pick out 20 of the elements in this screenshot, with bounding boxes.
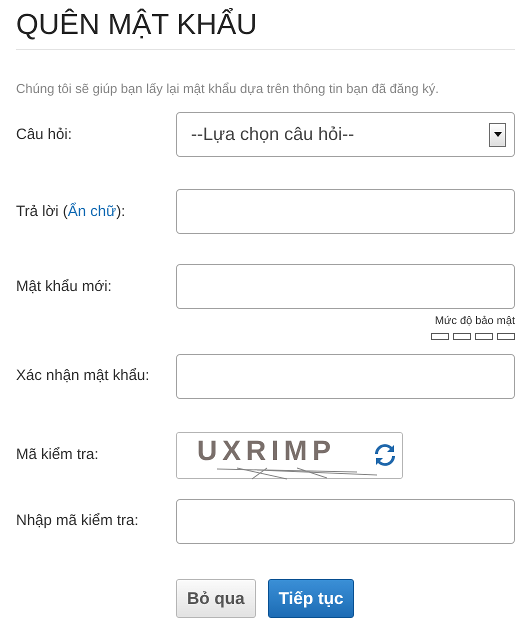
captcha-text: UXRIMP xyxy=(197,436,336,466)
refresh-icon[interactable] xyxy=(374,443,396,468)
input-field[interactable] xyxy=(176,264,515,310)
input-field[interactable] xyxy=(176,189,515,234)
field-label: Xác nhận mật khẩu: xyxy=(16,366,150,386)
dropdown-caret-icon[interactable] xyxy=(489,122,506,147)
field-label: Mật khẩu mới: xyxy=(16,276,113,297)
field-label: Nhập mã kiểm tra: xyxy=(16,511,140,532)
input-field[interactable] xyxy=(176,498,515,544)
question-select[interactable]: --Lựa chọn câu hỏi-- xyxy=(176,112,515,158)
continue-button[interactable]: Tiếp tục xyxy=(268,578,354,618)
page-title: QUÊN MẬT KHẨU xyxy=(16,8,515,50)
input-field[interactable] xyxy=(176,354,515,399)
field-label: Trả lời (Ẩn chữ): xyxy=(16,202,126,222)
description-text: Chúng tôi sẽ giúp bạn lấy lại mật khẩu dựa trên thông tin bạn đã đăng ký. xyxy=(16,80,440,98)
skip-button[interactable]: Bỏ qua xyxy=(176,578,256,618)
field-label: Mã kiểm tra: xyxy=(16,445,100,466)
field-label: Câu hỏi: xyxy=(16,124,73,145)
strength-label: Mức độ bảo mật xyxy=(434,314,515,330)
show-text-link[interactable]: Ẩn chữ xyxy=(68,202,116,220)
